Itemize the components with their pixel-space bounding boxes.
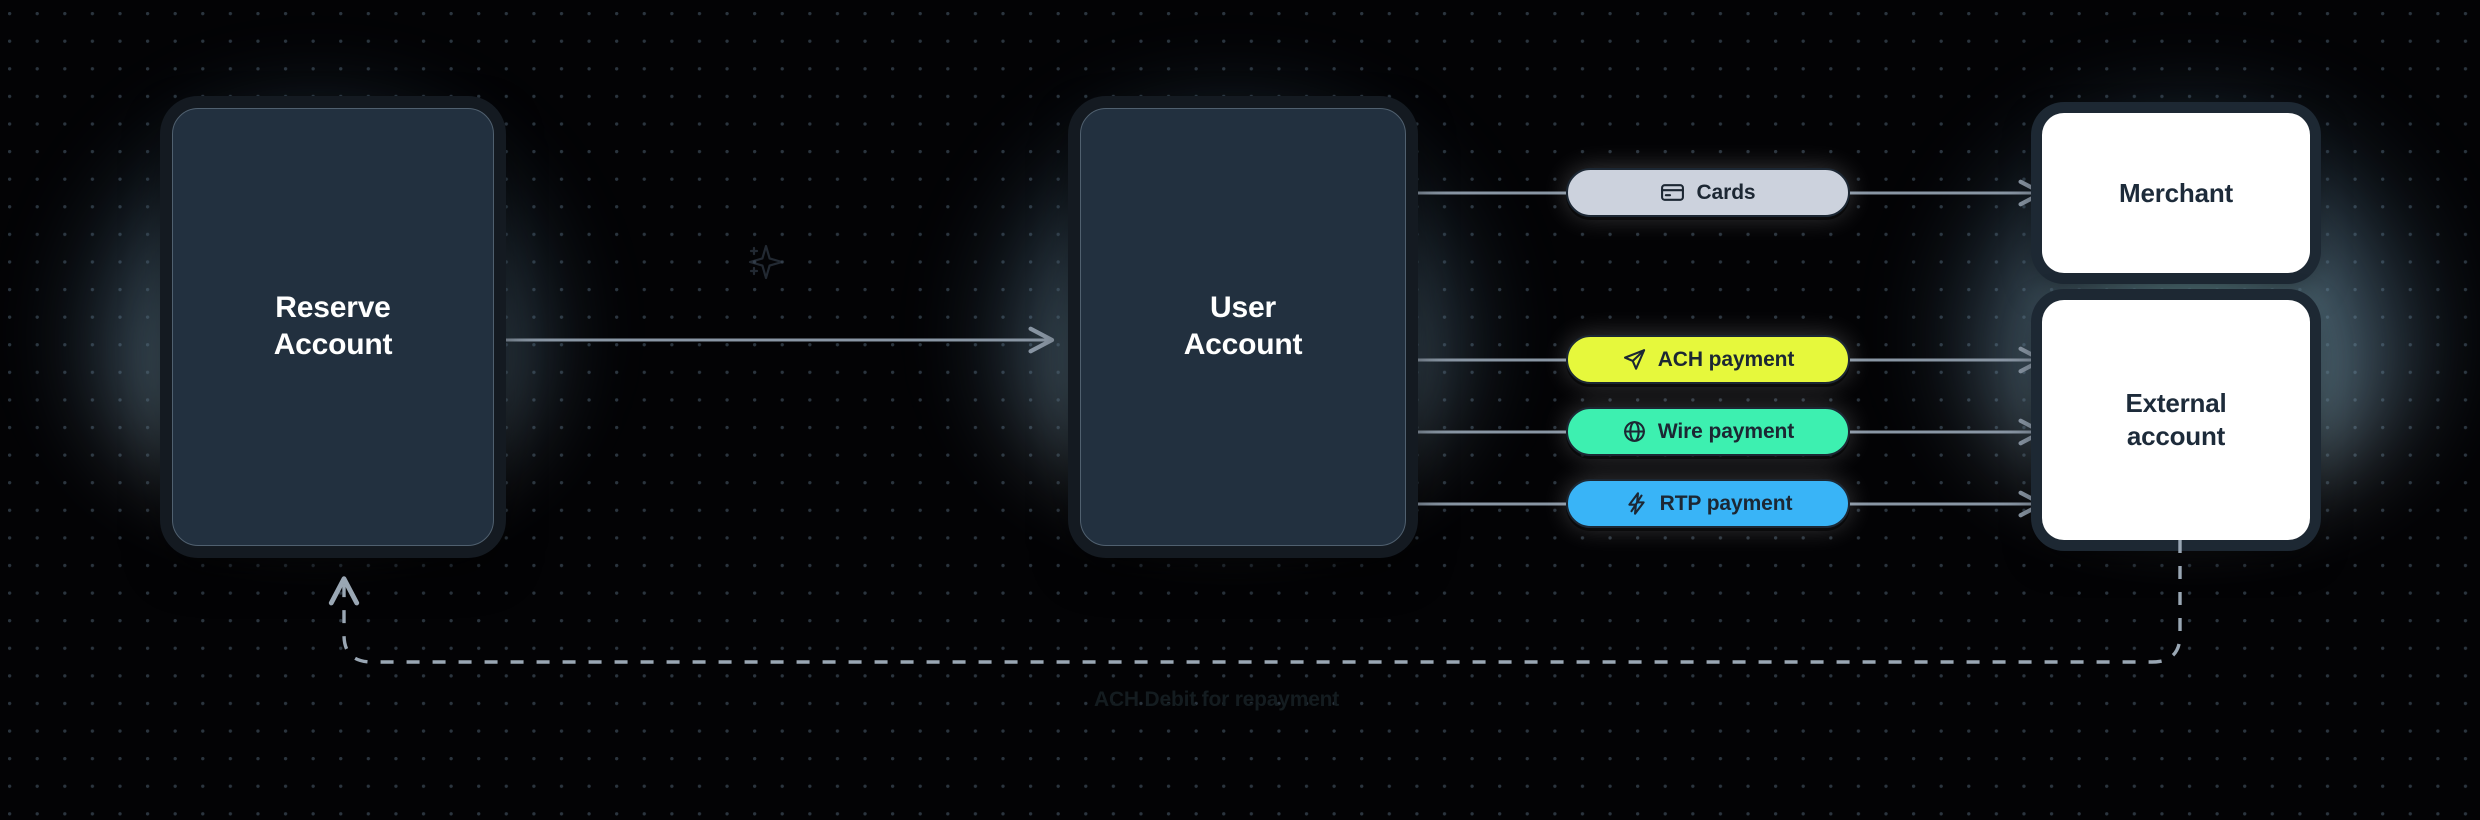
diagram-canvas: Reserve Account User Account Cards ACH p… [0, 0, 2480, 820]
flow-repayment-dashed [328, 540, 2182, 664]
repayment-label: ACH Debit for repayment [1094, 688, 1340, 711]
